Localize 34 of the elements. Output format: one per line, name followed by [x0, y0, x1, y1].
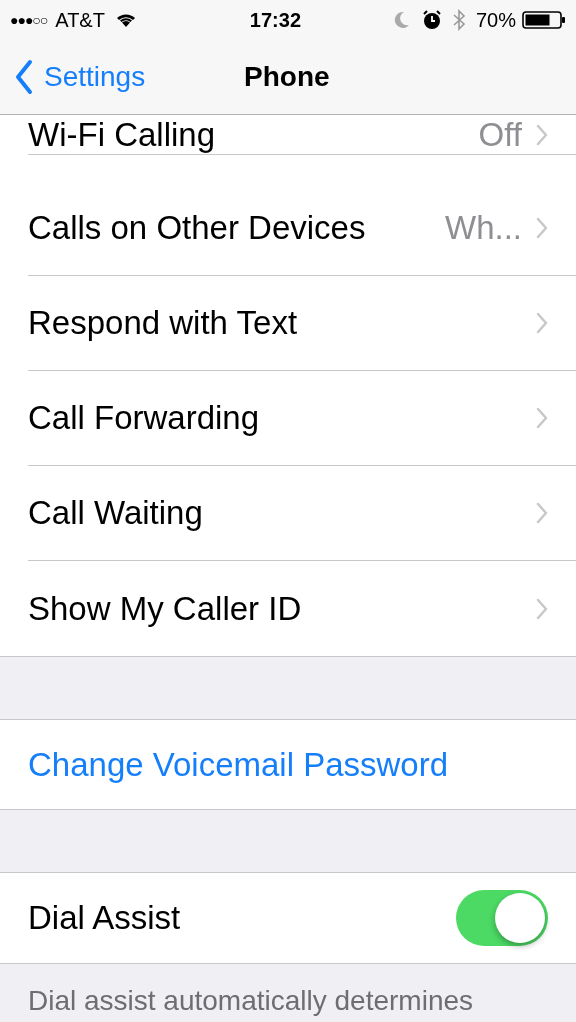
- clock: 17:32: [249, 8, 301, 33]
- carrier-name: AT&T: [55, 8, 105, 33]
- row-value: Wh...: [445, 208, 522, 249]
- alarm-clock-icon: [421, 10, 442, 30]
- signal-strength: ●●●○○: [10, 10, 48, 30]
- row-label: Call Waiting: [28, 493, 203, 534]
- settings-row[interactable]: Respond with Text: [0, 276, 576, 371]
- back-chevron-icon: [14, 59, 34, 95]
- battery-icon: [522, 10, 566, 30]
- settings-row[interactable]: Wi-Fi Calling Off: [0, 115, 576, 181]
- row-label: Show My Caller ID: [28, 588, 302, 629]
- chevron-icon: [536, 502, 548, 524]
- back-button[interactable]: Settings: [0, 56, 146, 98]
- row-label: Calls on Other Devices: [28, 208, 366, 249]
- chevron-icon: [536, 123, 548, 146]
- row-label: Call Forwarding: [28, 398, 260, 439]
- page-title: Phone: [244, 60, 330, 94]
- footer-note: Dial assist automatically determines: [28, 984, 475, 1018]
- row-label: Wi-Fi Calling: [28, 114, 215, 155]
- chevron-icon: [536, 407, 548, 429]
- battery-percentage: 70%: [475, 8, 516, 33]
- bluetooth-icon: [451, 9, 466, 31]
- chevron-icon: [536, 217, 548, 239]
- toggle-switch[interactable]: [456, 889, 548, 946]
- row-label: Respond with Text: [28, 303, 298, 344]
- row-label: Dial Assist: [28, 898, 182, 939]
- moon-icon: [393, 11, 410, 29]
- row-value: Off: [478, 114, 522, 155]
- settings-row[interactable]: Show My Caller ID: [0, 561, 576, 656]
- settings-row[interactable]: Call Forwarding: [0, 371, 576, 466]
- settings-row[interactable]: Call Waiting: [0, 466, 576, 561]
- chevron-icon: [536, 597, 548, 620]
- settings-row[interactable]: Calls on Other Devices Wh...: [0, 181, 576, 276]
- chevron-icon: [536, 312, 548, 334]
